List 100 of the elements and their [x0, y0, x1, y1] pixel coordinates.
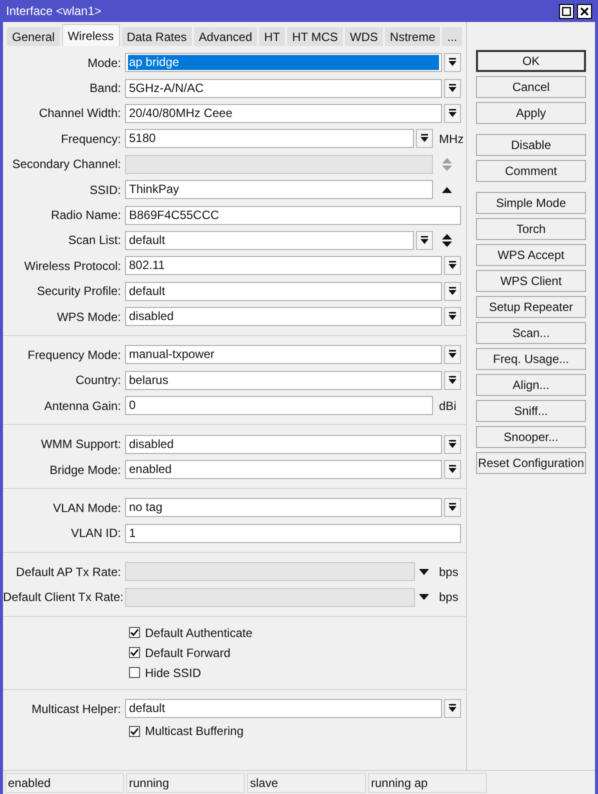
tab[interactable]: ... — [442, 27, 462, 46]
dropdown-arrow-icon[interactable] — [419, 594, 429, 600]
field-label: WMM Support: — [40, 436, 122, 454]
action-button[interactable]: Scan... — [476, 322, 586, 344]
input-field[interactable]: default — [125, 282, 442, 301]
dropdown-button[interactable] — [444, 53, 461, 72]
input-field[interactable] — [125, 154, 433, 174]
checkbox[interactable] — [129, 726, 140, 737]
status-cell: running ap — [368, 772, 487, 792]
field-label: Frequency: — [60, 130, 122, 148]
input-field[interactable]: no tag — [125, 498, 442, 518]
action-button[interactable]: OK — [476, 50, 586, 72]
field-label: VLAN ID: — [70, 525, 122, 542]
field-label: Scan List: — [67, 232, 122, 250]
input-field[interactable]: 1 — [125, 524, 461, 543]
dropdown-arrow-icon — [448, 261, 457, 270]
spin-arrows-icon[interactable] — [442, 234, 452, 247]
field-label: Default Client Tx Rate: — [3, 589, 124, 606]
up-arrow-icon[interactable] — [442, 186, 452, 193]
field-label: SSID: — [88, 182, 122, 199]
input-field[interactable]: 5GHz-A/N/AC — [125, 78, 442, 98]
action-button[interactable]: Setup Repeater — [476, 296, 586, 318]
tab[interactable]: Data Rates — [122, 27, 192, 46]
input-field[interactable]: default — [125, 699, 442, 718]
input-field[interactable]: B869F4C55CCC — [125, 206, 461, 225]
dropdown-button[interactable] — [444, 370, 461, 390]
field-label: Band: — [88, 80, 122, 98]
action-button[interactable]: Cancel — [476, 76, 586, 98]
tab[interactable]: Nstreme — [384, 27, 440, 46]
dropdown-button[interactable] — [444, 256, 461, 276]
input-field[interactable]: ap bridge — [125, 53, 442, 72]
dropdown-arrow-icon — [420, 236, 429, 245]
unit-label: bps — [438, 564, 460, 581]
dropdown-arrow-icon — [448, 58, 457, 68]
dropdown-arrow-icon — [448, 376, 457, 385]
dropdown-arrow-icon — [448, 312, 457, 322]
dropdown-arrow-icon — [420, 134, 429, 144]
maximize-button[interactable] — [559, 4, 574, 18]
dropdown-button[interactable] — [444, 460, 461, 480]
unit-label: MHz — [438, 130, 461, 148]
action-button[interactable]: Disable — [476, 134, 586, 156]
action-button[interactable]: WPS Client — [476, 270, 586, 292]
input-field[interactable]: 802.11 — [125, 256, 442, 276]
input-field[interactable]: 0 — [125, 396, 433, 416]
unit-label: bps — [438, 589, 460, 606]
checkbox[interactable] — [129, 647, 140, 658]
dropdown-button[interactable] — [444, 434, 461, 454]
status-cell: enabled — [5, 772, 124, 792]
dropdown-button[interactable] — [444, 78, 461, 98]
input-field[interactable]: 20/40/80MHz Ceee — [125, 104, 442, 123]
input-field[interactable]: belarus — [125, 370, 442, 390]
dropdown-button[interactable] — [444, 104, 461, 123]
tab[interactable]: HT — [259, 27, 286, 46]
action-button[interactable]: Simple Mode — [476, 192, 586, 214]
unit-label: dBi — [438, 398, 458, 415]
tab[interactable]: WDS — [344, 27, 383, 46]
field-label: Wireless Protocol: — [23, 258, 122, 275]
input-field[interactable]: disabled — [125, 434, 442, 454]
input-field[interactable]: 5180 — [125, 129, 414, 148]
field-label: WPS Mode: — [56, 308, 122, 326]
dropdown-arrow-icon[interactable] — [419, 568, 429, 575]
dropdown-button[interactable] — [444, 282, 461, 301]
tab[interactable]: Advanced — [194, 27, 258, 46]
action-button[interactable]: Sniff... — [476, 400, 586, 422]
close-icon — [580, 6, 589, 16]
input-field[interactable] — [125, 562, 415, 582]
dropdown-arrow-icon — [448, 350, 457, 360]
dropdown-button[interactable] — [416, 230, 433, 250]
dropdown-button[interactable] — [444, 307, 461, 326]
input-field[interactable]: default — [125, 230, 414, 250]
tab[interactable]: Wireless — [62, 24, 120, 46]
checkbox-label: Multicast Buffering — [145, 723, 244, 740]
input-field[interactable] — [125, 588, 415, 607]
tab[interactable]: HT MCS — [287, 27, 343, 46]
input-field[interactable]: disabled — [125, 307, 442, 326]
action-button[interactable]: Snooper... — [476, 426, 586, 448]
input-field[interactable]: manual-txpower — [125, 345, 442, 364]
action-button[interactable]: Reset Configuration — [476, 452, 586, 474]
dropdown-arrow-icon — [448, 440, 457, 449]
field-label: VLAN Mode: — [52, 500, 122, 517]
action-button[interactable]: WPS Accept — [476, 244, 586, 266]
action-button[interactable]: Apply — [476, 102, 586, 124]
action-button[interactable]: Freq. Usage... — [476, 348, 586, 370]
tab[interactable]: General — [7, 27, 60, 46]
field-label: Antenna Gain: — [43, 398, 122, 415]
maximize-icon — [562, 6, 571, 16]
dropdown-button[interactable] — [444, 699, 461, 718]
close-button[interactable] — [577, 4, 592, 18]
action-button[interactable]: Torch — [476, 218, 586, 240]
action-button[interactable]: Comment — [476, 160, 586, 182]
input-field[interactable]: enabled — [125, 460, 442, 480]
action-button[interactable]: Align... — [476, 374, 586, 396]
checkbox[interactable] — [129, 667, 140, 678]
input-field[interactable]: ThinkPay — [125, 180, 433, 200]
window-title: Interface <wlan1> — [6, 3, 102, 20]
dropdown-button[interactable] — [416, 129, 433, 148]
dropdown-button[interactable] — [444, 345, 461, 364]
checkbox[interactable] — [129, 627, 140, 638]
dropdown-button[interactable] — [444, 498, 461, 518]
field-label: Bridge Mode: — [48, 462, 122, 479]
